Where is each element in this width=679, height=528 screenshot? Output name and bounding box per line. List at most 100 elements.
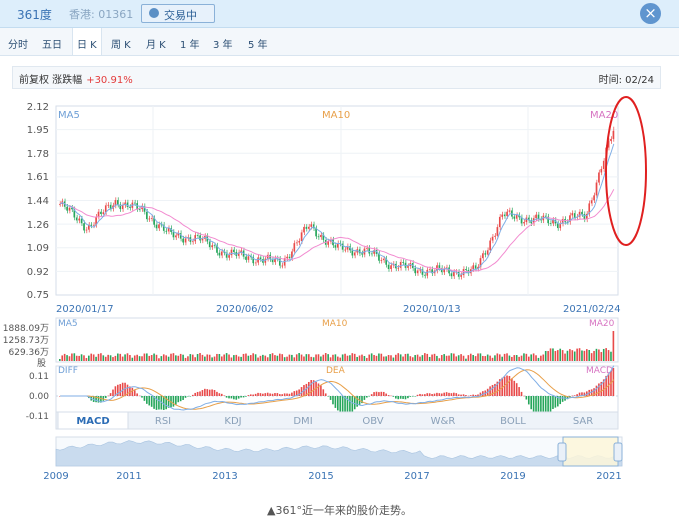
macd-tick: 0.11 bbox=[29, 372, 49, 382]
indicator-tab-boll[interactable]: BOLL bbox=[500, 416, 526, 427]
volume-bar bbox=[414, 355, 416, 361]
indicator-tab-rsi[interactable]: RSI bbox=[155, 416, 171, 427]
price-tick: 1.78 bbox=[27, 149, 49, 160]
date-tick: 2021/02/24 bbox=[563, 304, 621, 315]
macd-bar bbox=[320, 385, 322, 396]
candle-body bbox=[573, 213, 576, 218]
volume-bar bbox=[590, 353, 593, 361]
volume-bar bbox=[291, 354, 293, 361]
candle-body bbox=[211, 245, 213, 248]
candle-body bbox=[344, 249, 346, 251]
macd-bar bbox=[404, 396, 407, 400]
overview-right-handle[interactable] bbox=[613, 442, 623, 462]
candle-body bbox=[610, 138, 612, 142]
candle-body bbox=[474, 265, 477, 269]
volume-bar bbox=[129, 355, 131, 361]
candle-body bbox=[513, 216, 516, 219]
candle-body bbox=[196, 235, 199, 236]
volume-bar bbox=[474, 356, 477, 361]
volume-bar bbox=[501, 356, 503, 361]
candle-body bbox=[525, 217, 528, 223]
macd-bar bbox=[375, 391, 378, 396]
macd-bar bbox=[356, 396, 358, 407]
volume-bar bbox=[165, 355, 167, 361]
volume-bar bbox=[460, 354, 462, 361]
candle-body bbox=[286, 256, 288, 259]
candle-body bbox=[80, 218, 83, 224]
indicator-tab-wr[interactable]: W&R bbox=[431, 416, 456, 427]
candle-body bbox=[199, 235, 201, 241]
volume-bar bbox=[605, 348, 607, 361]
macd-bar bbox=[511, 378, 513, 396]
volume-bar bbox=[83, 355, 85, 361]
candle-body bbox=[414, 268, 416, 274]
volume-bar bbox=[199, 353, 201, 361]
volume-bar bbox=[136, 354, 138, 361]
macd-bar bbox=[233, 396, 235, 400]
indicator-tab-sar[interactable]: SAR bbox=[573, 416, 593, 427]
macd-bar bbox=[450, 393, 453, 396]
candle-body bbox=[247, 256, 250, 260]
macd-bar bbox=[175, 396, 177, 405]
overview-selection[interactable] bbox=[562, 436, 619, 467]
volume-bar bbox=[593, 350, 595, 361]
macd-bar bbox=[337, 396, 339, 411]
candle-body bbox=[334, 245, 337, 248]
candle-body bbox=[515, 215, 518, 219]
indicator-tab-obv[interactable]: OBV bbox=[362, 416, 383, 427]
overview-year: 2013 bbox=[212, 471, 237, 482]
macd-bar bbox=[453, 392, 455, 396]
macd-bar bbox=[387, 395, 390, 396]
volume-bar bbox=[317, 354, 320, 361]
volume-bar bbox=[310, 356, 313, 361]
volume-bar bbox=[530, 354, 533, 361]
volume-bar bbox=[339, 357, 342, 361]
macd-bar bbox=[199, 391, 201, 396]
candle-body bbox=[399, 262, 402, 268]
candle-body bbox=[92, 224, 95, 226]
macd-bar bbox=[421, 394, 424, 396]
candle-body bbox=[424, 274, 426, 276]
volume-bar bbox=[223, 354, 225, 361]
macd-bar bbox=[554, 396, 557, 408]
price-tick: 1.61 bbox=[27, 172, 49, 183]
volume-bar bbox=[573, 351, 576, 361]
volume-bar bbox=[595, 348, 598, 361]
indicator-tab-macd[interactable]: MACD bbox=[76, 416, 109, 427]
macd-bar bbox=[419, 393, 421, 396]
macd-bar bbox=[252, 394, 255, 396]
macd-bar bbox=[104, 396, 107, 399]
price-tick: 0.92 bbox=[27, 267, 49, 278]
candle-body bbox=[298, 241, 300, 243]
macd-bar bbox=[150, 396, 153, 407]
volume-bar bbox=[402, 356, 404, 361]
candle-body bbox=[496, 227, 499, 236]
macd-bar bbox=[235, 396, 238, 400]
volume-bar bbox=[184, 357, 187, 361]
candle-body bbox=[593, 195, 595, 201]
volume-bar bbox=[486, 354, 489, 361]
candle-body bbox=[482, 253, 484, 259]
overview-left-handle[interactable] bbox=[557, 442, 567, 462]
candle-body bbox=[559, 223, 562, 229]
candle-body bbox=[380, 260, 383, 261]
volume-bar bbox=[278, 353, 281, 361]
macd-bar bbox=[112, 389, 114, 396]
macd-bar bbox=[513, 380, 516, 396]
volume-bar bbox=[293, 357, 296, 361]
macd-bar bbox=[204, 388, 206, 396]
volume-bar bbox=[114, 355, 117, 361]
volume-bar bbox=[92, 354, 95, 361]
macd-bar bbox=[148, 396, 151, 406]
indicator-tab-dmi[interactable]: DMI bbox=[293, 416, 312, 427]
volume-bar bbox=[610, 351, 612, 361]
macd-bar bbox=[327, 396, 329, 397]
volume-bar bbox=[363, 356, 366, 361]
indicator-tab-kdj[interactable]: KDJ bbox=[224, 416, 241, 427]
macd-bar bbox=[182, 396, 184, 400]
overview-year: 2017 bbox=[404, 471, 429, 482]
volume-bar bbox=[208, 354, 211, 361]
candle-body bbox=[544, 215, 547, 217]
candle-body bbox=[351, 250, 354, 256]
volume-bar bbox=[237, 356, 240, 361]
